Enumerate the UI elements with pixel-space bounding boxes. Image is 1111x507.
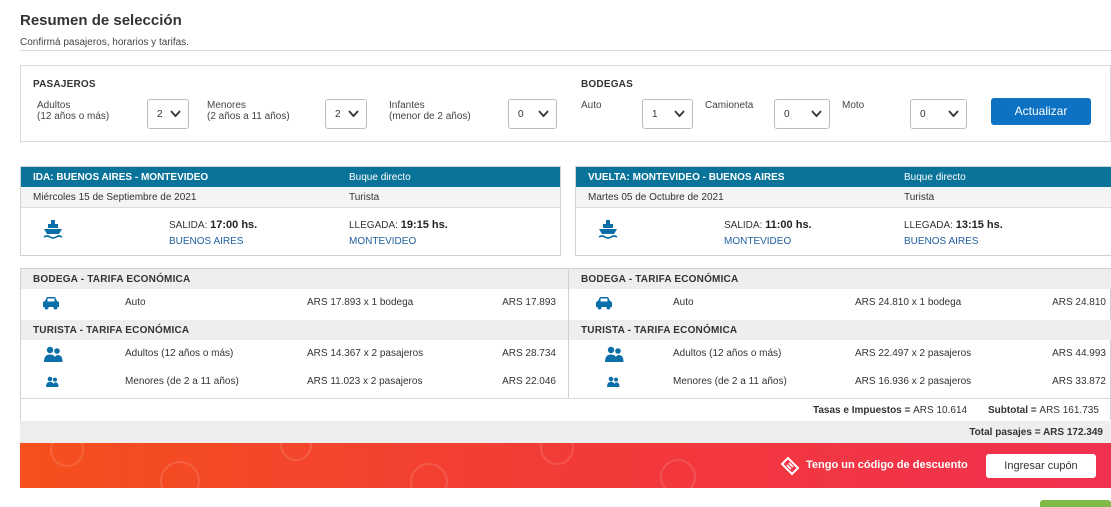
continue-button-edge[interactable] (1040, 500, 1111, 507)
return-pricing: BODEGA - TARIFA ECONÓMICA Auto ARS 24.81… (569, 269, 1111, 398)
car-hold-label: Auto (581, 100, 602, 111)
minors-icon (607, 376, 620, 387)
header-divider (20, 50, 1111, 51)
banner-pattern (50, 443, 84, 467)
tourist-item-unit: ARS 16.936 x 2 pasajeros (855, 376, 972, 387)
chevron-down-icon (348, 110, 359, 118)
banner-pattern (160, 461, 200, 488)
ship-icon (598, 220, 618, 239)
tourist-item-name: Menores (de 2 a 11 años) (125, 376, 239, 387)
moto-hold-label: Moto (842, 100, 865, 111)
tourist-item-unit: ARS 11.023 x 2 pasajeros (307, 376, 423, 387)
return-departure: SALIDA: 11:00 hs. (724, 219, 812, 231)
tourist-item-total: ARS 33.872 (1052, 376, 1106, 387)
return-ship-type: Buque directo (904, 172, 966, 183)
adults-select[interactable]: 2 (147, 99, 189, 129)
adults-label: Adultos (12 años o más) (37, 100, 110, 122)
return-trip-header: VUELTA: MONTEVIDEO - BUENOS AIRES Buque … (576, 167, 1111, 187)
chevron-down-icon (811, 110, 822, 118)
car-hold-select[interactable]: 1 (642, 99, 693, 129)
moto-hold-select[interactable]: 0 (910, 99, 967, 129)
chevron-down-icon (170, 110, 181, 118)
minors-select[interactable]: 2 (325, 99, 367, 129)
hold-item-total: ARS 17.893 (502, 297, 556, 308)
enter-coupon-button[interactable]: Ingresar cupón (986, 454, 1096, 478)
infants-select[interactable]: 0 (508, 99, 557, 129)
outbound-arrival: LLEGADA: 19:15 hs. (349, 219, 448, 231)
tourist-item-name: Adultos (12 años o más) (673, 348, 782, 359)
hold-item-unit: ARS 17.893 x 1 bodega (307, 297, 414, 308)
hold-item-name: Auto (673, 297, 694, 308)
outbound-class: Turista (349, 192, 380, 203)
return-trip-card: VUELTA: MONTEVIDEO - BUENOS AIRES Buque … (575, 166, 1111, 256)
holds-section-label: BODEGAS (581, 79, 633, 90)
total-fares: Total pasajes = ARS 172.349 (969, 427, 1103, 438)
van-hold-select[interactable]: 0 (774, 99, 830, 129)
outbound-trip-subheader: Miércoles 15 de Septiembre de 2021 Turis… (21, 187, 560, 208)
infants-label: Infantes (menor de 2 años) (389, 100, 471, 122)
subtotal-summary: Subtotal = ARS 161.735 (988, 405, 1099, 416)
page-subtitle: Confirmá pasajeros, horarios y tarifas. (20, 37, 189, 48)
banner-pattern (660, 459, 696, 488)
hold-item-total: ARS 24.810 (1052, 297, 1106, 308)
chevron-down-icon (538, 110, 549, 118)
minors-icon (46, 376, 59, 387)
update-button[interactable]: Actualizar (991, 98, 1091, 125)
chevron-down-icon (674, 110, 685, 118)
return-departure-city: MONTEVIDEO (724, 236, 792, 247)
total-bar: Total pasajes = ARS 172.349 (20, 421, 1111, 443)
return-route: VUELTA: MONTEVIDEO - BUENOS AIRES (588, 172, 785, 183)
minors-label: Menores (2 años a 11 años) (207, 100, 290, 122)
tourist-item-name: Adultos (12 años o más) (125, 348, 234, 359)
adults-icon (605, 346, 624, 362)
adults-icon (44, 346, 63, 362)
passengers-section-label: PASAJEROS (33, 79, 96, 90)
outbound-ship-type: Buque directo (349, 172, 411, 183)
totals-divider (21, 398, 1110, 399)
van-hold-label: Camioneta (705, 100, 754, 111)
tourist-item-unit: ARS 14.367 x 2 pasajeros (307, 348, 424, 359)
outbound-trip-card: IDA: BUENOS AIRES - MONTEVIDEO Buque dir… (20, 166, 561, 256)
outbound-route: IDA: BUENOS AIRES - MONTEVIDEO (33, 172, 209, 183)
outbound-departure: SALIDA: 17:00 hs. (169, 219, 258, 231)
discount-banner: Tengo un código de descuento Ingresar cu… (20, 443, 1111, 488)
outbound-trip-header: IDA: BUENOS AIRES - MONTEVIDEO Buque dir… (21, 167, 560, 187)
outbound-date: Miércoles 15 de Septiembre de 2021 (33, 192, 197, 203)
hold-item-unit: ARS 24.810 x 1 bodega (855, 297, 962, 308)
outbound-pricing: BODEGA - TARIFA ECONÓMICA Auto ARS 17.89… (21, 269, 568, 398)
ship-icon (43, 220, 63, 239)
tourist-item-unit: ARS 22.497 x 2 pasajeros (855, 348, 972, 359)
chevron-down-icon (948, 110, 959, 118)
outbound-arrival-city: MONTEVIDEO (349, 236, 417, 247)
discount-code-text: Tengo un código de descuento (806, 459, 968, 471)
page-title: Resumen de selección (20, 12, 182, 29)
return-tourist-header: TURISTA - TARIFA ECONÓMICA (569, 320, 1111, 340)
banner-pattern (280, 443, 312, 461)
car-icon (43, 297, 59, 310)
tourist-item-total: ARS 44.993 (1052, 348, 1106, 359)
hold-item-name: Auto (125, 297, 146, 308)
banner-pattern (540, 443, 574, 465)
banner-pattern (410, 463, 448, 488)
tourist-item-name: Menores (de 2 a 11 años) (673, 376, 787, 387)
return-date: Martes 05 de Octubre de 2021 (588, 192, 724, 203)
return-arrival-city: BUENOS AIRES (904, 236, 979, 247)
return-trip-subheader: Martes 05 de Octubre de 2021 Turista (576, 187, 1111, 208)
return-arrival: LLEGADA: 13:15 hs. (904, 219, 1003, 231)
car-icon (596, 297, 612, 310)
outbound-departure-city: BUENOS AIRES (169, 236, 244, 247)
taxes-summary: Tasas e Impuestos = ARS 10.614 (813, 405, 968, 416)
outbound-hold-header: BODEGA - TARIFA ECONÓMICA (21, 269, 568, 289)
outbound-tourist-header: TURISTA - TARIFA ECONÓMICA (21, 320, 568, 340)
return-hold-header: BODEGA - TARIFA ECONÓMICA (569, 269, 1111, 289)
pricing-breakdown: BODEGA - TARIFA ECONÓMICA Auto ARS 17.89… (20, 268, 1111, 420)
tourist-item-total: ARS 28.734 (502, 348, 556, 359)
return-class: Turista (904, 192, 935, 203)
selection-panel: PASAJEROS Adultos (12 años o más) 2 Menor… (20, 65, 1111, 142)
coupon-tag-icon (780, 456, 800, 476)
tourist-item-total: ARS 22.046 (502, 376, 556, 387)
